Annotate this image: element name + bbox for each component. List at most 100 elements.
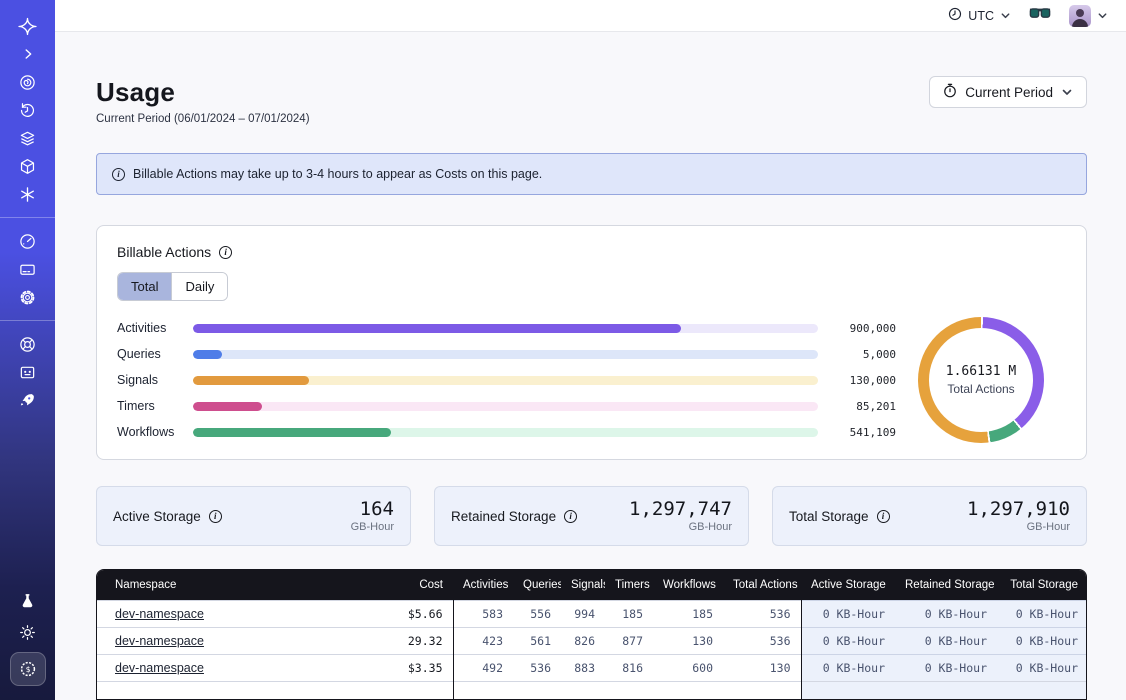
column-header: Queries [513,570,561,600]
value-cell [997,681,1087,699]
retained-storage-value: 1,297,747 [629,499,732,519]
value-cell: 583 [453,600,513,627]
rocket-icon[interactable] [11,386,45,414]
value-cell: 994 [561,600,605,627]
page-content: Usage Current Period (06/01/2024 – 07/01… [55,32,1126,700]
info-icon[interactable]: i [219,246,232,259]
bar-track [193,402,818,411]
total-storage-label: Total Storage [789,509,869,524]
retained-storage-label: Retained Storage [451,509,556,524]
billable-bars: Activities900,000Queries5,000Signals130,… [117,315,896,445]
table-row [97,681,1087,699]
bar-value: 900,000 [834,322,896,335]
value-cell: 826 [561,627,605,654]
nexus-asterisk-icon[interactable] [11,180,45,208]
settings-gear-icon[interactable] [11,283,45,311]
value-cell: 600 [653,654,723,681]
expand-icon[interactable] [11,40,45,68]
value-cell: 185 [605,600,653,627]
value-cell: 0 KB-Hour [801,627,895,654]
donut-column: 1.66131 M Total Actions [896,315,1066,445]
tab-daily[interactable]: Daily [171,273,227,300]
active-storage-value: 164 [351,499,394,519]
table-row: dev-namespace$5.665835569941851855360 KB… [97,600,1087,627]
bar-track [193,350,818,359]
info-banner: i Billable Actions may take up to 3-4 ho… [96,153,1087,195]
bar-label: Queries [117,347,185,361]
total-storage-value: 1,297,910 [967,499,1070,519]
namespace-link[interactable]: dev-namespace [115,634,204,648]
tab-total[interactable]: Total [118,273,171,300]
stopwatch-icon [943,83,957,101]
namespace-link[interactable]: dev-namespace [115,607,204,621]
billing-card-icon[interactable] [11,255,45,283]
bar-track [193,376,818,385]
value-cell: 561 [513,627,561,654]
clock-icon [948,7,962,24]
column-header: Namespace [97,570,361,600]
info-icon[interactable]: i [209,510,222,523]
column-header: Total Actions [723,570,801,600]
namespace-link[interactable]: dev-namespace [115,661,204,675]
column-header: Activities [453,570,513,600]
chevron-down-icon [1061,86,1073,98]
bar-fill [193,324,681,333]
bar-row: Activities900,000 [117,315,896,341]
total-actions-label: Total Actions [947,382,1014,396]
info-icon[interactable]: i [564,510,577,523]
bar-fill [193,428,391,437]
active-storage-card: Active Storage i 164 GB-Hour [96,486,411,546]
billable-actions-title: Billable Actions [117,244,211,260]
timezone-label: UTC [968,9,994,23]
total-storage-card: Total Storage i 1,297,910 GB-Hour [772,486,1087,546]
value-cell: 0 KB-Hour [801,600,895,627]
bar-value: 85,201 [834,400,896,413]
info-icon: i [112,168,125,181]
column-header: Workflows [653,570,723,600]
timezone-switcher[interactable]: UTC [948,7,1011,24]
namespace-usage-table: NamespaceCostActivitiesQueriesSignalsTim… [96,569,1087,700]
total-actions-value: 1.66131 M [946,364,1016,379]
value-cell: 0 KB-Hour [997,627,1087,654]
banner-text: Billable Actions may take up to 3-4 hour… [133,167,542,181]
svg-text:$: $ [25,665,30,674]
period-dropdown-button[interactable]: Current Period [929,76,1087,108]
value-cell [653,681,723,699]
feedback-icon[interactable] [11,358,45,386]
page-subtitle: Current Period (06/01/2024 – 07/01/2024) [96,113,310,125]
value-cell: 185 [653,600,723,627]
bar-label: Signals [117,373,185,387]
value-cell: 0 KB-Hour [895,627,997,654]
cube-icon[interactable] [11,152,45,180]
app-window: $ UTC [0,0,1126,700]
theme-sun-icon[interactable] [11,618,45,646]
value-cell: $3.35 [361,654,453,681]
value-cell: 556 [513,600,561,627]
donut-center: 1.66131 M Total Actions [929,328,1033,432]
labs-flask-icon[interactable] [11,586,45,614]
table-header-row: NamespaceCostActivitiesQueriesSignalsTim… [97,570,1087,600]
layers-icon[interactable] [11,124,45,152]
usage-gauge-icon[interactable] [11,227,45,255]
history-icon[interactable] [11,96,45,124]
temporal-logo-icon[interactable] [11,12,45,40]
value-cell: 492 [453,654,513,681]
page-header: Usage Current Period (06/01/2024 – 07/01… [96,76,1087,125]
value-cell: 0 KB-Hour [801,654,895,681]
page-title: Usage [96,76,310,108]
namespaces-icon[interactable] [11,68,45,96]
value-cell: 536 [723,600,801,627]
cost-coin-icon[interactable]: $ [10,652,46,686]
glasses-icon[interactable] [1029,6,1051,25]
value-cell [361,681,453,699]
chevron-down-icon [1097,10,1108,21]
value-cell [895,681,997,699]
support-lifebuoy-icon[interactable] [11,330,45,358]
user-menu[interactable] [1069,5,1108,27]
value-cell: 883 [561,654,605,681]
total-actions-donut: 1.66131 M Total Actions [918,317,1044,443]
bar-row: Workflows541,109 [117,419,896,445]
bar-row: Signals130,000 [117,367,896,393]
storage-cards: Active Storage i 164 GB-Hour Retained St… [96,486,1087,546]
info-icon[interactable]: i [877,510,890,523]
